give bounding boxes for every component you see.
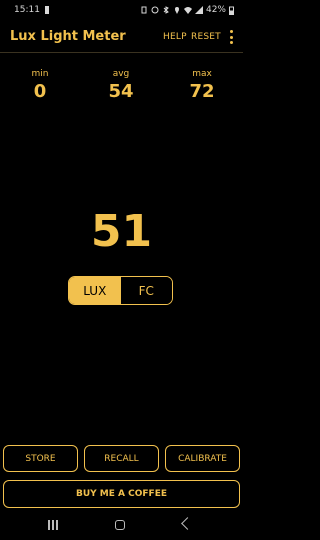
notification-icon xyxy=(44,6,52,14)
status-bar: 15:11 42% xyxy=(0,0,243,24)
location-icon xyxy=(173,6,181,14)
app-title: Lux Light Meter xyxy=(10,29,126,44)
max-value: 72 xyxy=(189,81,215,102)
current-reading: 51 xyxy=(90,206,153,257)
min-label: min xyxy=(31,69,49,79)
unit-fc-button[interactable]: FC xyxy=(120,277,172,304)
recall-button[interactable]: RECALL xyxy=(84,445,159,472)
help-button[interactable]: HELP xyxy=(163,32,187,42)
home-icon[interactable] xyxy=(115,520,125,530)
reset-button[interactable]: RESET xyxy=(191,32,221,42)
status-left: 15:11 xyxy=(14,5,52,15)
bluetooth-icon xyxy=(162,6,170,14)
unit-lux-button[interactable]: LUX xyxy=(69,277,121,304)
avg-value: 54 xyxy=(108,81,134,102)
status-right: 42% xyxy=(140,5,237,15)
battery-icon xyxy=(229,6,237,15)
min-value: 0 xyxy=(33,81,47,102)
unit-toggle: LUX FC xyxy=(68,276,173,305)
wifi-icon xyxy=(183,6,192,14)
app-toolbar: Lux Light Meter HELP RESET xyxy=(0,24,243,53)
buy-coffee-button[interactable]: BUY ME A COFFEE xyxy=(3,480,240,508)
calibrate-button[interactable]: CALIBRATE xyxy=(165,445,240,472)
store-button[interactable]: STORE xyxy=(3,445,78,472)
overflow-menu-icon[interactable] xyxy=(228,30,234,44)
status-time: 15:11 xyxy=(14,5,40,15)
recents-icon[interactable] xyxy=(48,520,58,530)
alarm-icon xyxy=(151,6,159,14)
max-label: max xyxy=(192,69,212,79)
back-icon[interactable] xyxy=(181,517,194,530)
avg-label: avg xyxy=(112,69,130,79)
system-nav-bar xyxy=(0,512,243,540)
battery-level: 42% xyxy=(205,5,226,15)
signal-icon xyxy=(194,6,203,14)
vibrate-icon xyxy=(140,6,148,14)
